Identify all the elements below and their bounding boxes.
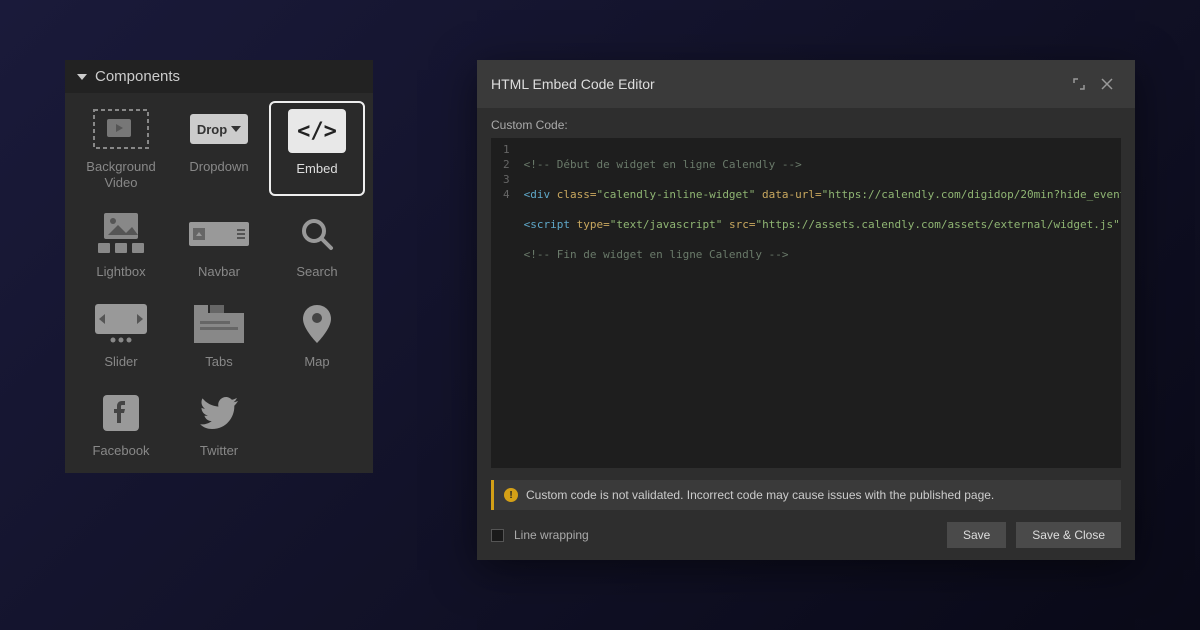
component-label: Map bbox=[304, 354, 329, 370]
component-label: Lightbox bbox=[96, 264, 145, 280]
code-editor[interactable]: 1 2 3 4 <!-- Début de widget en ligne Ca… bbox=[491, 138, 1121, 468]
components-title: Components bbox=[95, 68, 180, 85]
save-button[interactable]: Save bbox=[947, 522, 1006, 548]
save-close-button[interactable]: Save & Close bbox=[1016, 522, 1121, 548]
line-wrapping-checkbox[interactable] bbox=[491, 529, 504, 542]
background-video-icon bbox=[91, 107, 151, 151]
component-background-video[interactable]: Background Video bbox=[73, 101, 169, 196]
custom-code-label: Custom Code: bbox=[491, 118, 1121, 132]
component-label: Twitter bbox=[200, 443, 238, 459]
line-gutter: 1 2 3 4 bbox=[491, 138, 518, 468]
component-label: Search bbox=[296, 264, 337, 280]
caret-down-icon bbox=[77, 74, 87, 80]
component-dropdown[interactable]: Drop Dropdown bbox=[171, 101, 267, 196]
component-label: Slider bbox=[104, 354, 137, 370]
tabs-icon bbox=[189, 302, 249, 346]
close-button[interactable] bbox=[1093, 70, 1121, 98]
component-map[interactable]: Map bbox=[269, 296, 365, 376]
modal-footer: Line wrapping Save Save & Close bbox=[477, 510, 1135, 560]
twitter-icon bbox=[189, 391, 249, 435]
warning-banner: ! Custom code is not validated. Incorrec… bbox=[491, 480, 1121, 510]
component-facebook[interactable]: Facebook bbox=[73, 385, 169, 465]
component-twitter[interactable]: Twitter bbox=[171, 385, 267, 465]
lightbox-icon bbox=[91, 212, 151, 256]
component-label: Facebook bbox=[92, 443, 149, 459]
map-pin-icon bbox=[287, 302, 347, 346]
modal-titlebar: HTML Embed Code Editor bbox=[477, 60, 1135, 108]
modal-body: Custom Code: 1 2 3 4 <!-- Début de widge… bbox=[477, 108, 1135, 468]
embed-icon: </> bbox=[287, 109, 347, 153]
component-label: Dropdown bbox=[189, 159, 248, 175]
modal-title: HTML Embed Code Editor bbox=[491, 76, 1065, 92]
component-label: Tabs bbox=[205, 354, 232, 370]
dropdown-icon: Drop bbox=[189, 107, 249, 151]
slider-icon bbox=[91, 302, 151, 346]
component-label: Background Video bbox=[86, 159, 155, 190]
search-icon bbox=[287, 212, 347, 256]
navbar-icon bbox=[189, 212, 249, 256]
warning-text: Custom code is not validated. Incorrect … bbox=[526, 488, 994, 502]
component-search[interactable]: Search bbox=[269, 206, 365, 286]
warning-icon: ! bbox=[504, 488, 518, 502]
component-embed[interactable]: </> Embed bbox=[269, 101, 365, 196]
component-lightbox[interactable]: Lightbox bbox=[73, 206, 169, 286]
components-header[interactable]: Components bbox=[65, 60, 373, 93]
facebook-icon bbox=[91, 391, 151, 435]
components-panel: Components Background Video Drop Dropdow… bbox=[65, 60, 373, 473]
code-content[interactable]: <!-- Début de widget en ligne Calendly -… bbox=[518, 138, 1121, 468]
component-tabs[interactable]: Tabs bbox=[171, 296, 267, 376]
line-wrapping-label: Line wrapping bbox=[514, 528, 937, 542]
components-grid: Background Video Drop Dropdown </> Embed… bbox=[65, 93, 373, 473]
component-label: Embed bbox=[296, 161, 337, 177]
component-navbar[interactable]: Navbar bbox=[171, 206, 267, 286]
expand-button[interactable] bbox=[1065, 70, 1093, 98]
component-slider[interactable]: Slider bbox=[73, 296, 169, 376]
html-embed-modal: HTML Embed Code Editor Custom Code: 1 2 … bbox=[477, 60, 1135, 560]
component-label: Navbar bbox=[198, 264, 240, 280]
